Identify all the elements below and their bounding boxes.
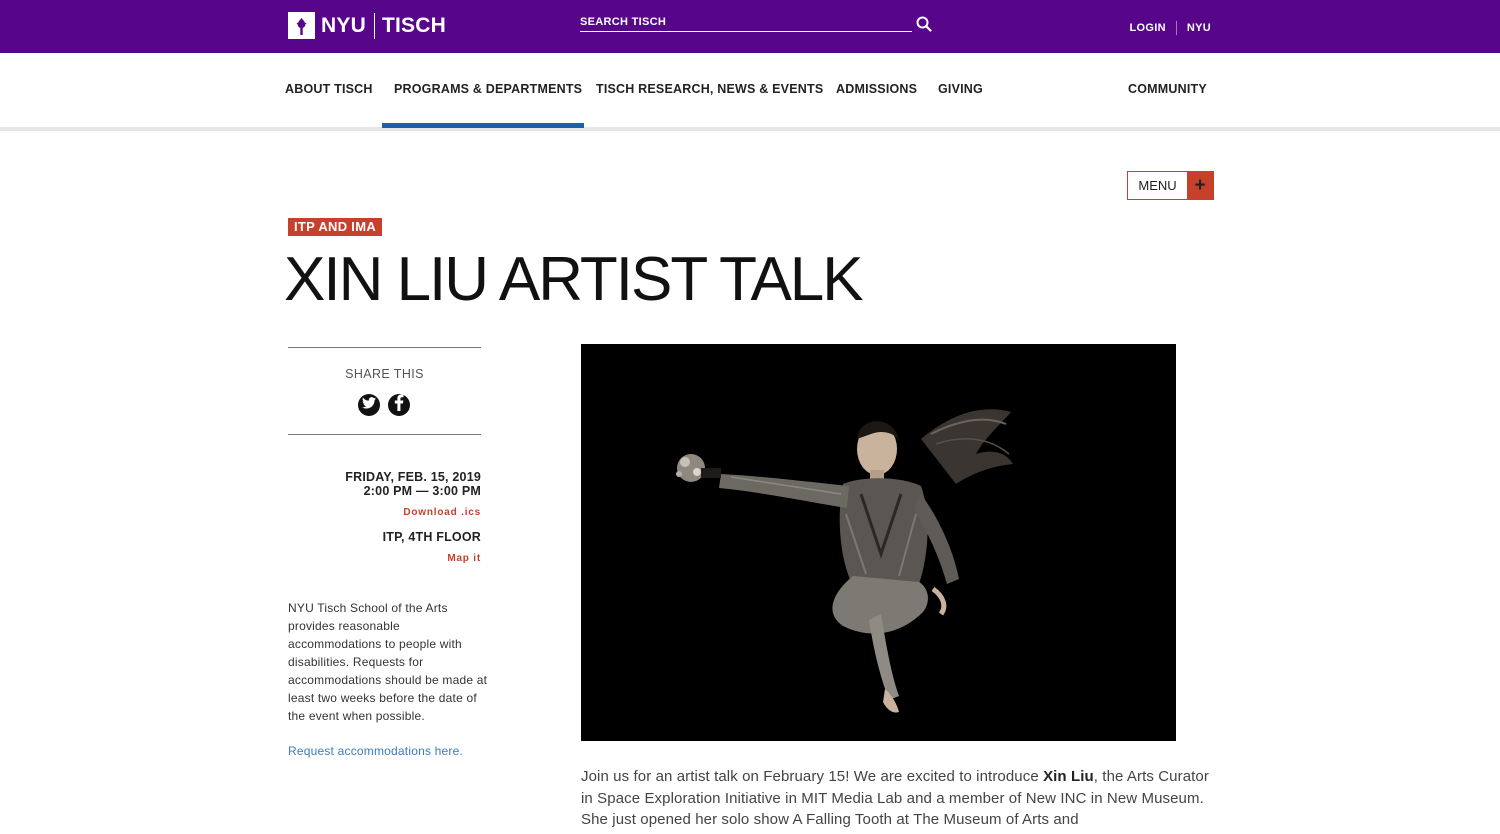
event-location: ITP, 4TH FLOOR	[382, 530, 481, 544]
nav-admissions[interactable]: ADMISSIONS	[836, 82, 917, 96]
nyu-link[interactable]: NYU	[1187, 22, 1211, 34]
share-bottom-rule	[288, 434, 481, 435]
top-bar: NYU TISCH LOGIN NYU	[0, 0, 1500, 53]
twitter-icon	[362, 396, 376, 414]
utility-links: LOGIN NYU	[1130, 21, 1211, 35]
login-link[interactable]: LOGIN	[1130, 22, 1166, 34]
search-button[interactable]	[915, 16, 933, 34]
map-it-link[interactable]: Map it	[447, 553, 481, 564]
download-ics-link[interactable]: Download .ics	[403, 507, 481, 518]
nav-programs-departments[interactable]: PROGRAMS & DEPARTMENTS	[394, 82, 582, 96]
share-top-rule	[288, 347, 481, 348]
twitter-share-button[interactable]	[358, 394, 380, 416]
artist-photo-illustration	[581, 344, 1176, 741]
nav-active-indicator	[382, 123, 584, 128]
category-tag[interactable]: ITP AND IMA	[288, 218, 383, 236]
event-time: 2:00 PM — 3:00 PM	[363, 484, 481, 498]
search-input[interactable]	[580, 13, 912, 32]
event-date: FRIDAY, FEB. 15, 2019	[345, 470, 481, 484]
main-nav: ABOUT TISCH PROGRAMS & DEPARTMENTS TISCH…	[0, 53, 1500, 129]
torch-icon	[288, 12, 315, 39]
search-form	[580, 13, 932, 33]
logo-nyu-text: NYU	[321, 13, 366, 37]
nav-about-tisch[interactable]: ABOUT TISCH	[285, 82, 373, 96]
nyu-tisch-logo[interactable]: NYU TISCH	[288, 12, 446, 39]
accessibility-notice: NYU Tisch School of the Arts provides re…	[288, 601, 488, 723]
artist-name: Xin Liu	[1043, 768, 1094, 785]
menu-button[interactable]: MENU +	[1127, 171, 1214, 200]
nav-bottom-rule	[0, 127, 1500, 131]
nav-giving[interactable]: GIVING	[938, 82, 983, 96]
page-title: XIN LIU ARTIST TALK	[284, 245, 864, 314]
search-icon	[916, 16, 932, 35]
facebook-share-button[interactable]	[388, 394, 410, 416]
request-accommodations-link[interactable]: Request accommodations here.	[288, 742, 463, 760]
description-intro: Join us for an artist talk on February 1…	[581, 768, 1044, 785]
event-hero-image	[581, 344, 1176, 741]
nav-research-news-events[interactable]: TISCH RESEARCH, NEWS & EVENTS	[596, 82, 823, 96]
plus-icon: +	[1187, 172, 1213, 199]
share-label: SHARE THIS	[345, 367, 424, 381]
facebook-icon	[394, 394, 404, 416]
menu-label: MENU	[1138, 178, 1177, 193]
logo-tisch-text: TISCH	[381, 13, 446, 37]
event-description: Join us for an artist talk on February 1…	[581, 766, 1221, 831]
logo-divider	[373, 12, 375, 39]
nav-community[interactable]: COMMUNITY	[1128, 82, 1207, 96]
utility-divider	[1175, 21, 1177, 35]
